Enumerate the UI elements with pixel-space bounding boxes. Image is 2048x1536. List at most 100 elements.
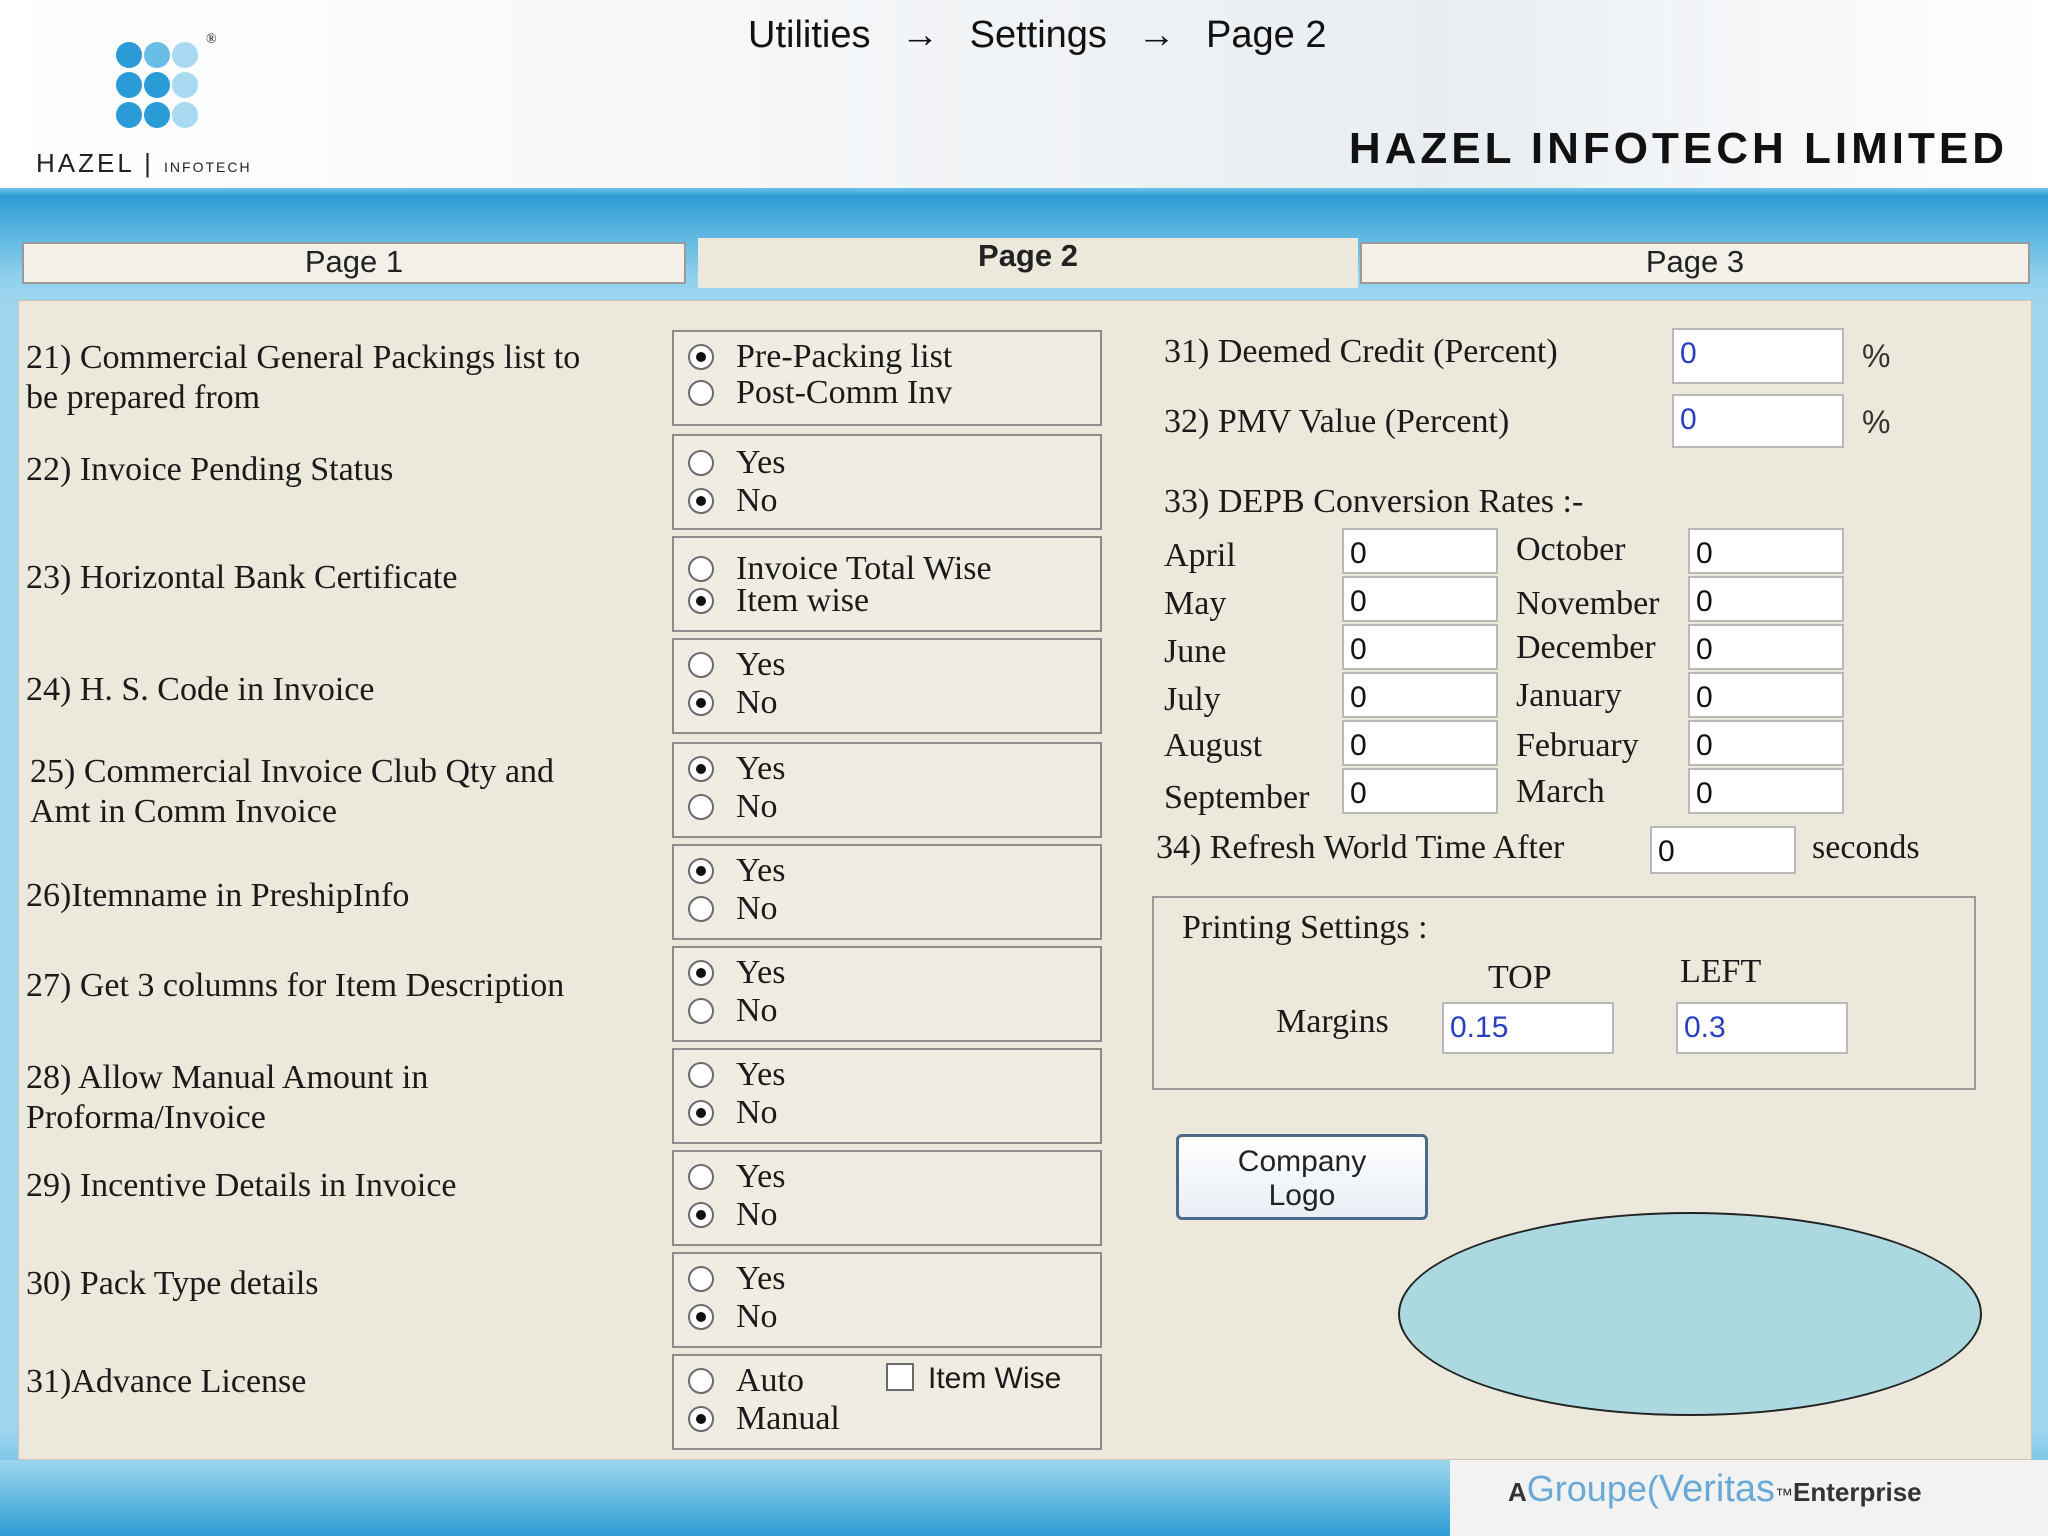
radio-button[interactable] (688, 1164, 714, 1191)
q31-option-auto[interactable]: Auto (688, 1362, 804, 1400)
top-margin-input[interactable]: 0.15 (1442, 1002, 1614, 1054)
veritas-swirl-icon: ( (1646, 1468, 1659, 1509)
q22-option-no[interactable]: No (688, 482, 778, 520)
radio-button[interactable] (688, 588, 714, 615)
radio-button[interactable] (688, 652, 714, 679)
refresh-input[interactable]: 0 (1650, 826, 1796, 874)
q27-option-no[interactable]: No (688, 992, 778, 1030)
depb-month-input[interactable]: 0 (1342, 720, 1498, 766)
breadcrumb-settings: Settings (969, 14, 1107, 56)
tab-page-2[interactable]: Page 2 (698, 238, 1358, 288)
q31-label: 31)Advance License (26, 1363, 307, 1400)
radio-button[interactable] (688, 1100, 714, 1127)
q21-label-line2: be prepared from (26, 379, 261, 416)
option-label: No (736, 482, 778, 519)
q28-radio-group: Yes No (672, 1048, 1102, 1144)
depb-month-input[interactable]: 0 (1342, 528, 1498, 574)
q24-radio-group: Yes No (672, 638, 1102, 734)
tab-page-3[interactable]: Page 3 (1360, 242, 2030, 284)
q24-option-no[interactable]: No (688, 684, 778, 722)
header-divider (0, 188, 2048, 196)
q21-option-1[interactable]: Pre-Packing list (688, 338, 952, 376)
depb-month-label: May (1164, 585, 1227, 622)
option-label: Yes (736, 852, 786, 889)
q21-option-2[interactable]: Post-Comm Inv (688, 374, 952, 412)
q22-label: 22) Invoice Pending Status (26, 451, 394, 488)
radio-button[interactable] (688, 488, 714, 515)
company-title: HAZEL INFOTECH LIMITED (1348, 124, 2008, 173)
q22-option-yes[interactable]: Yes (688, 444, 785, 482)
breadcrumb-utilities: Utilities (748, 14, 871, 56)
depb-month-input[interactable]: 0 (1342, 672, 1498, 718)
radio-button[interactable] (688, 1266, 714, 1293)
q26-option-yes[interactable]: Yes (688, 852, 785, 890)
radio-button[interactable] (688, 1368, 714, 1395)
footer-brand: AGroupe(Veritas™Enterprise (1508, 1468, 1922, 1511)
radio-button[interactable] (688, 998, 714, 1025)
top-margin-label: TOP (1488, 959, 1552, 996)
option-label: Yes (736, 1158, 786, 1195)
depb-month-input[interactable]: 0 (1688, 672, 1844, 718)
tab-page-1[interactable]: Page 1 (22, 242, 686, 284)
q25-option-yes[interactable]: Yes (688, 750, 785, 788)
radio-button[interactable] (688, 1406, 714, 1433)
tab-bar: Page 1 Page 2 Page 3 (18, 238, 2030, 300)
q27-radio-group: Yes No (672, 946, 1102, 1042)
q28-option-no[interactable]: No (688, 1094, 778, 1132)
pmv-value-input[interactable]: 0 (1672, 394, 1844, 448)
radio-button[interactable] (688, 380, 714, 407)
radio-button[interactable] (688, 344, 714, 371)
option-label: Manual (736, 1400, 840, 1437)
q30-option-no[interactable]: No (688, 1298, 778, 1336)
q27-option-yes[interactable]: Yes (688, 954, 785, 992)
depb-month-label: October (1516, 531, 1626, 568)
q26-option-no[interactable]: No (688, 890, 778, 928)
radio-button[interactable] (688, 794, 714, 821)
depb-month-label: February (1516, 727, 1639, 764)
q29-option-yes[interactable]: Yes (688, 1158, 785, 1196)
depb-month-input[interactable]: 0 (1342, 768, 1498, 814)
q24-option-yes[interactable]: Yes (688, 646, 785, 684)
q28-label-line1: 28) Allow Manual Amount in (26, 1059, 429, 1096)
radio-button[interactable] (688, 556, 714, 583)
depb-month-input[interactable]: 0 (1688, 720, 1844, 766)
radio-button[interactable] (688, 960, 714, 987)
q21-label-line1: 21) Commercial General Packings list to (26, 339, 581, 376)
radio-button[interactable] (688, 690, 714, 717)
left-margin-input[interactable]: 0.3 (1676, 1002, 1848, 1054)
depb-month-input[interactable]: 0 (1688, 768, 1844, 814)
q31-option-manual[interactable]: Manual (688, 1400, 840, 1438)
depb-month-input[interactable]: 0 (1688, 576, 1844, 622)
radio-button[interactable] (688, 858, 714, 885)
q25-option-no[interactable]: No (688, 788, 778, 826)
q23-option-item-wise[interactable]: Item wise (688, 582, 869, 620)
radio-button[interactable] (688, 896, 714, 923)
option-label: Yes (736, 1056, 786, 1093)
depb-month-input[interactable]: 0 (1688, 624, 1844, 670)
depb-month-input[interactable]: 0 (1688, 528, 1844, 574)
item-wise-checkbox[interactable] (886, 1363, 914, 1392)
radio-button[interactable] (688, 1202, 714, 1229)
radio-button[interactable] (688, 450, 714, 477)
q30-option-yes[interactable]: Yes (688, 1260, 785, 1298)
radio-button[interactable] (688, 756, 714, 783)
company-logo-button[interactable]: Company Logo (1176, 1134, 1428, 1220)
q29-option-no[interactable]: No (688, 1196, 778, 1234)
option-label: Yes (736, 646, 786, 683)
depb-month-input[interactable]: 0 (1342, 576, 1498, 622)
q31-radio-group: Auto Manual Item Wise (672, 1354, 1102, 1450)
depb-month-label: September (1164, 779, 1310, 816)
radio-button[interactable] (688, 1062, 714, 1089)
item-wise-checkbox-row[interactable]: Item Wise (886, 1360, 1061, 1398)
q28-option-yes[interactable]: Yes (688, 1056, 785, 1094)
footer-tm: ™ (1775, 1485, 1794, 1505)
option-label: No (736, 992, 778, 1029)
deemed-credit-input[interactable]: 0 (1672, 328, 1844, 384)
option-label: No (736, 788, 778, 825)
radio-button[interactable] (688, 1304, 714, 1331)
depb-month-input[interactable]: 0 (1342, 624, 1498, 670)
option-label: Yes (736, 1260, 786, 1297)
option-label: Auto (736, 1362, 804, 1399)
margins-label: Margins (1276, 1003, 1389, 1040)
refresh-unit: seconds (1812, 829, 1920, 866)
